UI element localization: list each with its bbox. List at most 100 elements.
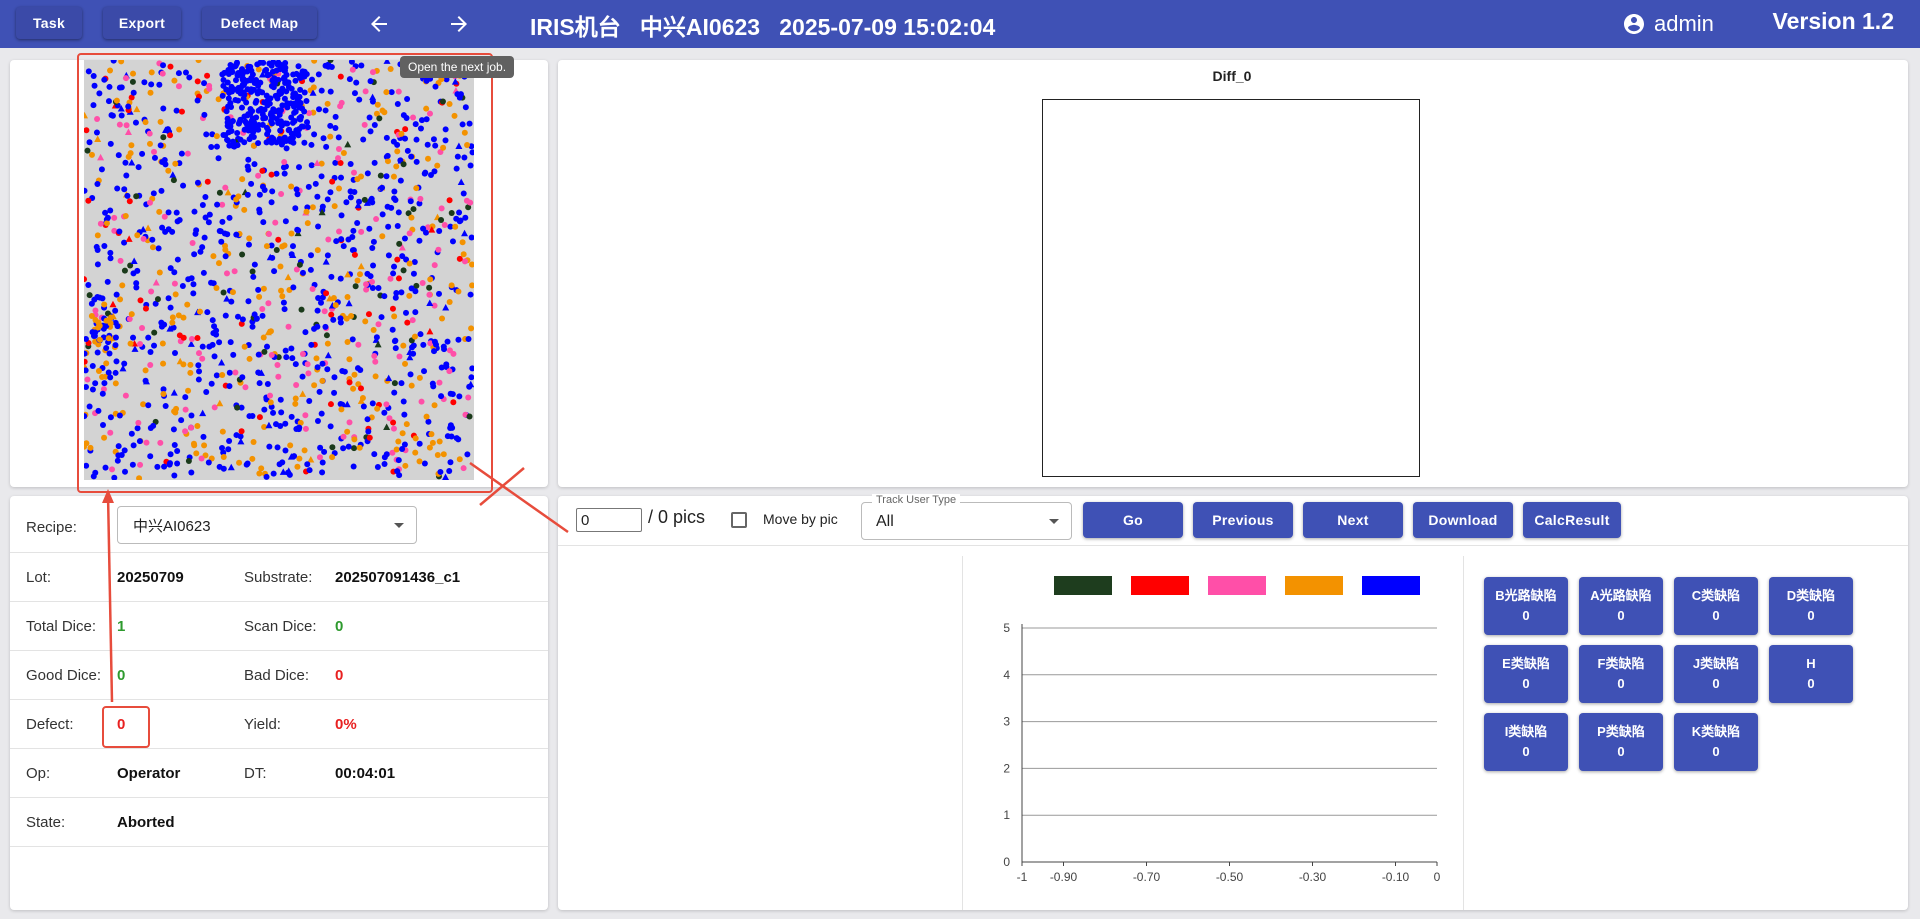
previous-button[interactable]: Previous: [1193, 502, 1293, 538]
export-button[interactable]: Export: [103, 7, 181, 39]
defect-point: [323, 290, 330, 297]
defect-point: [399, 446, 406, 453]
defect-category-button[interactable]: A光路缺陷 0: [1579, 577, 1663, 635]
defect-point: [324, 340, 331, 347]
defect-point: [348, 312, 355, 319]
download-button[interactable]: Download: [1413, 502, 1513, 538]
defect-point: [350, 463, 357, 470]
defect-point: [199, 343, 206, 350]
defect-point: [390, 425, 397, 432]
defect-category-button[interactable]: F类缺陷 0: [1579, 645, 1663, 703]
go-button[interactable]: Go: [1083, 502, 1183, 538]
defect-point: [122, 159, 129, 166]
defect-map[interactable]: [84, 60, 474, 480]
defect-point: [84, 358, 88, 365]
recipe-label: Recipe:: [26, 519, 77, 536]
defect-point: [105, 335, 112, 342]
defect-point: [108, 112, 115, 119]
defect-point: [125, 235, 133, 242]
dropdown-caret-icon: [1049, 519, 1059, 524]
defect-point: [448, 282, 455, 289]
defect-point: [288, 85, 295, 92]
defect-point: [309, 286, 316, 293]
defect-point: [417, 195, 424, 202]
defect-point: [237, 87, 244, 94]
defect-point: [399, 430, 406, 437]
defect-point: [280, 75, 287, 82]
defect-point: [261, 187, 268, 194]
defect-category-button[interactable]: B光路缺陷 0: [1484, 577, 1568, 635]
defect-point: [160, 134, 167, 141]
defect-point: [253, 315, 260, 322]
defect-point: [460, 465, 467, 472]
substrate-label: Substrate:: [244, 569, 313, 586]
defect-point: [322, 107, 329, 114]
defect-category-button[interactable]: C类缺陷 0: [1674, 577, 1758, 635]
defect-point: [456, 255, 463, 262]
defect-point: [256, 293, 263, 300]
defect-point: [438, 393, 445, 400]
defect-point: [255, 172, 262, 179]
defect-category-button[interactable]: I类缺陷 0: [1484, 713, 1568, 771]
recipe-select[interactable]: 中兴AI0623: [117, 506, 417, 544]
defect-category-button[interactable]: K类缺陷 0: [1674, 713, 1758, 771]
defect-point: [307, 266, 314, 273]
pic-index-input[interactable]: 0: [576, 508, 642, 532]
defect-point: [123, 75, 130, 82]
defect-point: [178, 417, 185, 424]
defect-point: [274, 92, 281, 99]
defect-point: [195, 350, 202, 357]
user-menu[interactable]: admin: [1622, 10, 1714, 38]
defect-point: [281, 170, 288, 177]
defect-point: [223, 270, 230, 277]
defect-point: [96, 90, 103, 97]
defect-point: [314, 323, 321, 330]
defect-point: [104, 278, 111, 285]
move-by-pic-checkbox[interactable]: [731, 512, 747, 528]
defect-point: [151, 342, 158, 349]
defect-point: [461, 129, 468, 136]
defect-point: [318, 87, 325, 94]
defect-point: [407, 198, 414, 205]
task-button[interactable]: Task: [16, 7, 82, 39]
defect-category-button[interactable]: H0: [1769, 645, 1853, 703]
defect-category-button[interactable]: E类缺陷 0: [1484, 645, 1568, 703]
defect-point: [169, 314, 176, 321]
y-tick-label: 5: [1003, 621, 1010, 635]
defect-category-button[interactable]: J类缺陷 0: [1674, 645, 1758, 703]
defect-point: [369, 199, 376, 206]
yield-label: Yield:: [244, 716, 281, 733]
calc-result-button[interactable]: CalcResult: [1523, 502, 1621, 538]
defect-point: [107, 414, 114, 421]
defect-point: [351, 445, 358, 452]
defect-point: [460, 190, 467, 197]
defect-point: [360, 403, 367, 410]
defect-map-button[interactable]: Defect Map: [202, 7, 317, 39]
defect-point: [314, 247, 321, 254]
next-button[interactable]: Next: [1303, 502, 1403, 538]
defect-point: [467, 199, 474, 206]
defect-point: [289, 243, 296, 250]
defect-point: [172, 291, 179, 298]
defect-point: [315, 294, 322, 301]
defect-point: [329, 178, 336, 185]
defect-category-button[interactable]: D类缺陷 0: [1769, 577, 1853, 635]
defect-point: [359, 395, 366, 402]
defect-point: [390, 173, 397, 180]
defect-point: [461, 229, 469, 237]
defect-point: [175, 312, 182, 319]
defect-point: [416, 440, 423, 447]
defect-point: [459, 239, 466, 246]
defect-point: [282, 447, 289, 454]
defect-point: [402, 462, 409, 469]
defect-point: [199, 202, 206, 209]
defect-point: [118, 60, 125, 65]
arrow-forward-icon[interactable]: [444, 10, 474, 38]
defect-point: [91, 82, 98, 89]
defect-point: [364, 270, 371, 277]
defect-point: [98, 166, 105, 173]
defect-category-button[interactable]: P类缺陷 0: [1579, 713, 1663, 771]
defect-point: [197, 248, 204, 255]
arrow-back-icon[interactable]: [364, 10, 394, 38]
defect-point: [338, 406, 345, 413]
